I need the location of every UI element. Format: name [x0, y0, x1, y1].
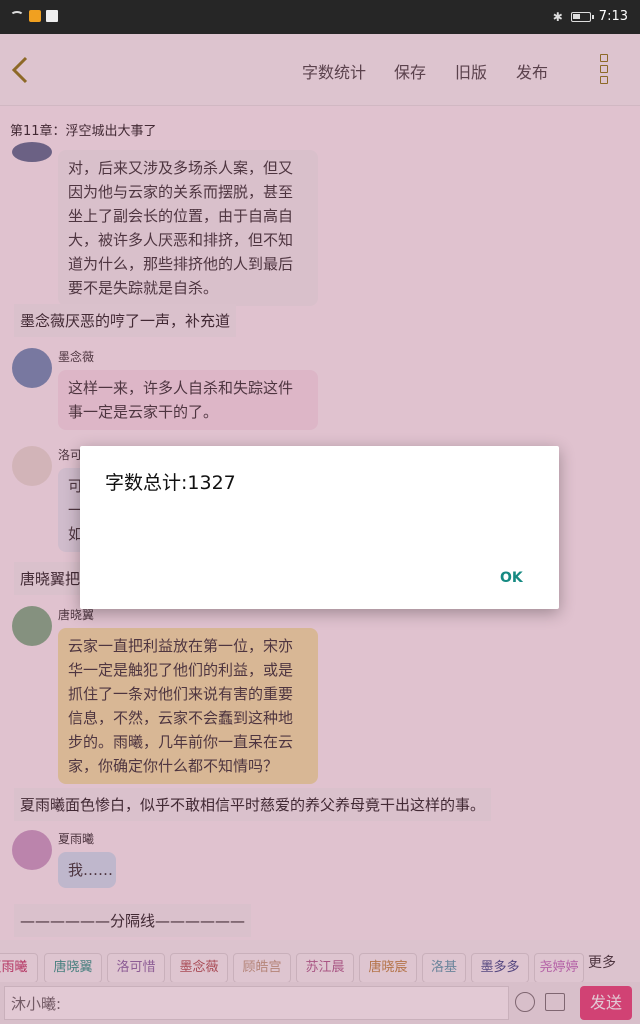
- rss-icon: [29, 10, 41, 22]
- hotspot-icon: [10, 11, 24, 21]
- bluetooth-icon: ✱: [552, 9, 563, 24]
- book-icon: [46, 10, 58, 22]
- clock: 7:13: [598, 9, 628, 24]
- ok-button[interactable]: OK: [500, 570, 523, 586]
- battery-icon: [570, 11, 594, 22]
- status-bar: ✱ 7:13: [0, 0, 640, 34]
- dialog-message: 字数总计:1327: [105, 472, 236, 494]
- word-count-dialog: 字数总计:1327 OK: [80, 446, 559, 609]
